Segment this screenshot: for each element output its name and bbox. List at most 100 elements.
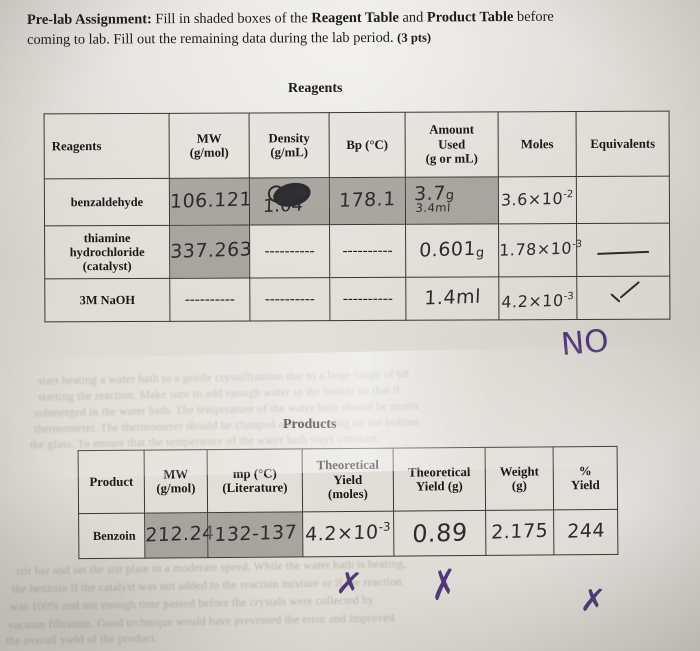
amount-number: 0.601: [418, 237, 477, 262]
product-table-title: Products: [283, 417, 337, 432]
col-header-weight-line1: Weight: [499, 464, 539, 479]
table-row: 3M NaOH ---------- ---------- ----------…: [44, 276, 670, 322]
cell-benzoin-theoretical-yield-g[interactable]: 0.89: [393, 510, 486, 557]
moles-exponent: -3: [563, 290, 575, 303]
cell-thiamine-mw[interactable]: 337.263: [169, 224, 253, 279]
reagent-name-line3: (catalyst): [82, 258, 132, 274]
product-table: Product MW (g/mol) mp (°C) (Literature) …: [77, 445, 619, 560]
col-header-product: Product: [78, 450, 145, 514]
col-header-product-mw-line1: MW: [163, 466, 189, 481]
handwritten-value: 1.78×10-3: [498, 238, 582, 260]
col-header-product-mw: MW (g/mol): [144, 449, 208, 514]
col-header-ty-moles-line3: (moles): [327, 487, 368, 502]
col-header-ty-moles-line1: Theoretical: [316, 458, 379, 473]
col-header-ty-g-line2: Yield (g): [415, 479, 463, 494]
col-header-amount-line1: Amount: [429, 122, 475, 137]
col-header-reagents: Reagents: [44, 113, 170, 179]
grader-mark-no: NO: [559, 322, 611, 364]
col-header-bp: Bp (°C): [329, 112, 406, 178]
instructions-line-2: coming to lab. Fill out the remaining da…: [27, 29, 394, 48]
handwritten-value: 0.89: [411, 517, 468, 548]
reagent-table-header-row: Reagents MW (g/mol) Density (g/mL) Bp (°…: [44, 111, 670, 179]
cell-benzaldehyde-density[interactable]: 1.04: [249, 177, 330, 225]
cell-naoh-equivalents[interactable]: [576, 276, 670, 320]
instructions-body-2: before: [516, 8, 554, 25]
col-header-mp-line2: (Literature): [222, 480, 288, 495]
cell-benzaldehyde-amount[interactable]: 3.7g 3.4ml: [405, 176, 499, 225]
handwritten-value: 4.2×10-3: [305, 519, 392, 547]
col-header-ty-g-line1: Theoretical: [408, 464, 471, 480]
cell-thiamine-density[interactable]: ----------: [249, 224, 330, 278]
cell-benzoin-theoretical-yield-moles[interactable]: 4.2×10-3: [302, 511, 394, 557]
col-header-ty-moles-line2: Yield: [333, 472, 363, 487]
table-row: thiamine hydrochloride (catalyst) 337.26…: [44, 223, 670, 279]
reagent-name-naoh: 3M NaOH: [44, 278, 170, 322]
assignment-instructions: Pre-lab Assignment: Fill in shaded boxes…: [27, 6, 677, 50]
amount-note: 3.4ml: [415, 200, 452, 215]
product-name-benzoin: Benzoin: [78, 513, 145, 559]
cell-thiamine-amount[interactable]: 0.601g: [405, 223, 499, 278]
reagent-table-title: Reagents: [288, 81, 343, 96]
instructions-bold-reagent-table: Reagent Table: [311, 9, 399, 27]
table-row: benzaldehyde 106.121 1.04 178.1 3.7g 3.4m…: [44, 176, 670, 226]
col-header-amount-used: Amount Used (g or mL): [405, 111, 499, 178]
cell-naoh-density[interactable]: ----------: [249, 277, 330, 321]
amount-unit: g: [475, 245, 486, 261]
cell-naoh-bp[interactable]: ----------: [329, 277, 406, 321]
cell-thiamine-moles[interactable]: 1.78×10-3: [498, 223, 582, 277]
instructions-lead: Pre-lab Assignment:: [26, 11, 152, 28]
col-header-theoretical-yield-moles: Theoretical Yield (moles): [302, 448, 394, 512]
instructions-body-1: Fill in shaded boxes of the: [155, 10, 308, 28]
moles-mantissa: 1.78×10: [498, 238, 573, 260]
product-table-header-row: Product MW (g/mol) mp (°C) (Literature) …: [78, 446, 618, 514]
col-header-weight-line2: (g): [511, 478, 527, 493]
col-header-mp: mp (°C) (Literature): [207, 448, 303, 513]
col-header-density-line2: (g/mL): [270, 145, 309, 160]
handwritten-value: 4.2×10-3: [501, 290, 575, 312]
cell-naoh-mw[interactable]: ----------: [169, 277, 250, 322]
cell-benzoin-percent-yield[interactable]: 244: [553, 509, 618, 555]
grader-mark-x-2: ✗: [429, 560, 459, 611]
col-header-pct-line1: %: [578, 463, 592, 478]
cell-naoh-moles[interactable]: 4.2×10-3: [498, 276, 577, 320]
reagent-name-thiamine: thiamine hydrochloride (catalyst): [44, 225, 170, 279]
ty-moles-mantissa: 4.2×10: [305, 521, 380, 547]
moles-mantissa: 3.6×10: [501, 188, 564, 210]
col-header-product-mw-line2: (g/mol): [156, 481, 196, 496]
col-header-pct-line2: Yield: [570, 478, 600, 493]
col-header-mw-line2: (g/mol): [189, 145, 229, 160]
moles-exponent: -2: [563, 188, 574, 201]
grader-mark-x-1: ✗: [334, 564, 364, 604]
handwritten-value: 1.4ml: [423, 285, 482, 310]
col-header-density: Density (g/mL): [249, 112, 330, 178]
col-header-moles: Moles: [498, 111, 577, 177]
cell-benzoin-weight[interactable]: 2.175: [485, 509, 554, 556]
cell-benzaldehyde-bp[interactable]: 178.1: [329, 177, 406, 225]
handwritten-value: 337.263: [169, 238, 253, 263]
ty-moles-exponent: -3: [378, 519, 392, 535]
cell-benzaldehyde-equivalents[interactable]: [576, 176, 670, 224]
handwritten-value: 132-137: [213, 521, 298, 547]
handwritten-value: 0.601g: [418, 237, 486, 262]
col-header-mw: MW (g/mol): [169, 112, 250, 179]
cell-benzaldehyde-mw[interactable]: 106.121: [169, 177, 252, 226]
reagent-name-line1: thiamine: [83, 230, 131, 246]
col-header-equivalents: Equivalents: [576, 111, 670, 177]
handwritten-value: 2.175: [490, 519, 549, 544]
col-header-amount-line2: Used: [438, 137, 466, 152]
handwritten-value: 3.6×10-2: [501, 188, 574, 210]
cell-thiamine-bp[interactable]: ----------: [329, 224, 406, 278]
instructions-bold-product-table: Product Table: [426, 9, 514, 26]
moles-mantissa: 4.2×10: [501, 290, 565, 312]
instructions-mid: and: [402, 9, 424, 26]
cell-naoh-amount[interactable]: 1.4ml: [405, 276, 499, 321]
reagent-name-line2: hydrochloride: [69, 244, 145, 260]
handwritten-value: 244: [566, 519, 606, 543]
col-header-weight: Weight (g): [485, 446, 554, 511]
col-header-mp-line1: mp (°C): [232, 466, 277, 481]
cell-thiamine-equivalents[interactable]: [576, 223, 670, 277]
cell-benzaldehyde-moles[interactable]: 3.6×10-2: [498, 176, 577, 224]
checkmark-icon: [606, 280, 641, 306]
cell-benzoin-mw[interactable]: 212.24: [144, 512, 215, 559]
cell-benzoin-mp[interactable]: 132-137: [207, 511, 303, 558]
